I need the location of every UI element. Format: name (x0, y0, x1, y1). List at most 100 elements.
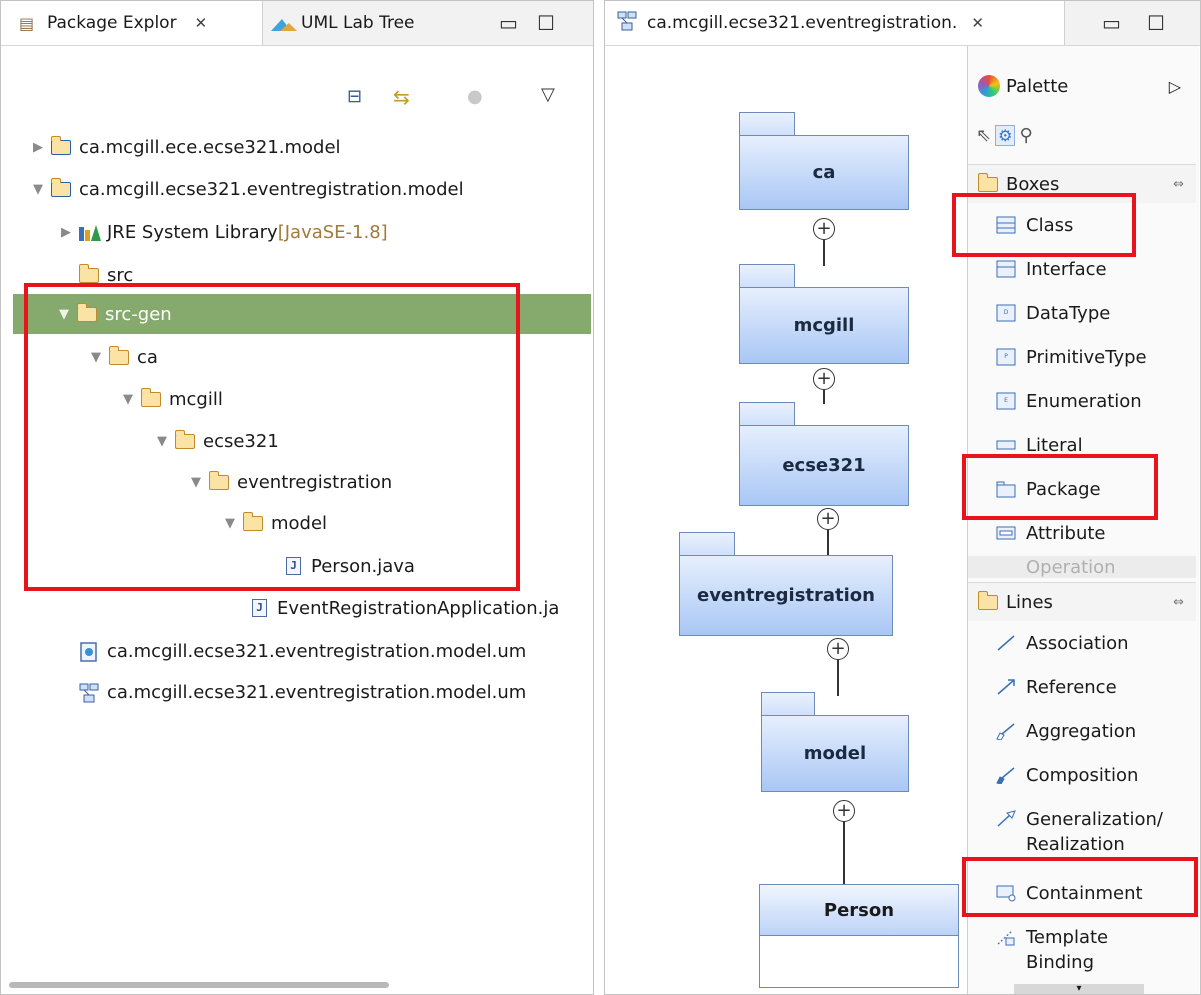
association-icon (996, 634, 1018, 652)
package-ca[interactable]: ca (739, 112, 909, 210)
tab-diagram-editor[interactable]: ca.mcgill.ecse321.eventregistration. ✕ (605, 1, 1065, 45)
tree-item-application-java[interactable]: J EventRegistrationApplication.ja (1, 588, 593, 628)
highlight-box-containment (962, 857, 1198, 917)
editor-tabbar: ca.mcgill.ecse321.eventregistration. ✕ ▭… (605, 1, 1200, 46)
maximize-icon[interactable]: ☐ (537, 13, 555, 33)
class-person[interactable]: Person (759, 884, 959, 988)
palette-item-binding-label: Binding (968, 948, 1196, 976)
tab-uml-lab-tree[interactable]: UML Lab Tree (271, 1, 471, 45)
java-file-icon: J (249, 599, 271, 617)
palette-item-label: Literal (1026, 434, 1083, 456)
palette-item-operation[interactable]: Operation (968, 556, 1196, 578)
minimize-icon[interactable]: ▭ (1102, 13, 1121, 33)
collapse-arrow-icon[interactable]: ▼ (31, 182, 45, 197)
palette-item-datatype[interactable]: D DataType (968, 292, 1196, 334)
palette-item-label: Attribute (1026, 522, 1106, 544)
class-name: Person (760, 885, 958, 936)
palette: Palette ▷ ⇖ ⚙ ⚲ Boxes ⇔ Class Interface … (967, 46, 1199, 994)
highlight-box-class (952, 193, 1136, 257)
attribute-icon (996, 524, 1018, 542)
select-tool-icon[interactable]: ⇖ (976, 125, 991, 146)
package-label: mcgill (739, 287, 909, 364)
tab-package-explorer[interactable]: ▤ Package Explor ✕ (1, 1, 263, 45)
close-icon[interactable]: ✕ (971, 14, 984, 32)
package-eventregistration[interactable]: eventregistration (679, 532, 893, 636)
expand-arrow-icon[interactable]: ▶ (31, 140, 45, 155)
project-icon (50, 178, 73, 198)
collapse-palette-icon[interactable]: ▷ (1169, 77, 1181, 96)
uml-diagram-file-icon (617, 11, 639, 36)
palette-icon (978, 75, 1000, 97)
svg-text:E: E (1004, 397, 1008, 404)
palette-scroll-down-icon[interactable]: ▾ (1014, 984, 1144, 994)
tab-package-explorer-label: Package Explor (47, 13, 177, 33)
aggregation-icon (996, 722, 1018, 741)
package-explorer-icon: ▤ (19, 13, 35, 33)
tree-item-model-uml[interactable]: ca.mcgill.ecse321.eventregistration.mode… (1, 631, 593, 671)
maximize-icon[interactable]: ☐ (1147, 13, 1165, 33)
marquee-tool-icon[interactable]: ⚙ (995, 124, 1016, 146)
palette-item-label: Enumeration (1026, 390, 1142, 412)
tree-item-model-umlcd[interactable]: ca.mcgill.ecse321.eventregistration.mode… (1, 672, 593, 712)
drawer-label: Boxes (1006, 173, 1060, 195)
palette-item-label: Binding (1026, 951, 1095, 973)
drawer-label: Lines (1006, 591, 1053, 613)
close-icon[interactable]: ✕ (195, 14, 208, 32)
palette-drawer-lines[interactable]: Lines ⇔ (968, 582, 1196, 621)
palette-item-label: Reference (1026, 676, 1117, 698)
palette-item-label: Realization (1026, 833, 1125, 855)
palette-item-primitivetype[interactable]: P PrimitiveType (968, 336, 1196, 378)
diagram-canvas[interactable]: ca + mcgill + ecse321 + eventregistratio… (605, 46, 967, 994)
package-mcgill[interactable]: mcgill (739, 264, 909, 364)
package-label: ca (739, 135, 909, 210)
zoom-tool-icon[interactable]: ⚲ (1019, 125, 1032, 146)
highlight-box-src-gen (24, 283, 520, 591)
focus-icon[interactable]: ● (467, 87, 483, 107)
package-label: eventregistration (679, 555, 893, 636)
pin-icon[interactable]: ⇔ (1173, 177, 1184, 192)
tree-item-label: EventRegistrationApplication.ja (277, 597, 560, 619)
literal-icon (996, 436, 1018, 454)
tab-uml-lab-tree-label: UML Lab Tree (301, 13, 415, 33)
uml-diagram-file-icon (79, 683, 101, 703)
palette-item-enumeration[interactable]: E Enumeration (968, 380, 1196, 422)
palette-header: Palette ▷ (968, 70, 1199, 102)
source-folder-icon (78, 264, 101, 284)
package-ecse321[interactable]: ecse321 (739, 402, 909, 506)
pin-icon[interactable]: ⇔ (1173, 595, 1184, 610)
package-label: ecse321 (739, 425, 909, 506)
palette-item-reference[interactable]: Reference (968, 666, 1196, 708)
tree-item-label: JRE System Library (107, 221, 278, 243)
minimize-icon[interactable]: ▭ (499, 13, 518, 33)
palette-item-association[interactable]: Association (968, 622, 1196, 664)
template-binding-icon (996, 928, 1018, 946)
reference-icon (996, 678, 1018, 696)
palette-item-aggregation[interactable]: Aggregation (968, 710, 1196, 752)
palette-item-label: PrimitiveType (1026, 346, 1147, 368)
tree-item-label: ca.mcgill.ecse321.eventregistration.mode… (107, 640, 527, 662)
containment-plus-icon: + (817, 508, 839, 530)
tree-item-label: ca.mcgill.ecse321.eventregistration.mode… (107, 681, 527, 703)
tree-item-jre-library[interactable]: ▶ JRE System Library [JavaSE-1.8] (1, 212, 593, 252)
horizontal-scrollbar[interactable] (9, 982, 389, 988)
composition-icon (996, 766, 1018, 785)
package-model[interactable]: model (761, 692, 909, 792)
view-menu-icon[interactable]: ▽ (541, 85, 555, 105)
package-label: model (761, 715, 909, 792)
palette-item-label: Association (1026, 632, 1129, 654)
containment-plus-icon: + (813, 218, 835, 240)
generalization-icon (996, 810, 1018, 828)
palette-item-label: Aggregation (1026, 720, 1137, 742)
link-with-editor-icon[interactable]: ⇆ (393, 87, 410, 107)
highlight-box-package (962, 454, 1158, 520)
collapse-all-icon[interactable]: ⊟ (347, 87, 362, 107)
tree-item-ece-model[interactable]: ▶ ca.mcgill.ece.ecse321.model (1, 127, 593, 167)
palette-item-composition[interactable]: Composition (968, 754, 1196, 796)
folder-open-icon (977, 591, 1000, 611)
palette-item-label: Composition (1026, 764, 1139, 786)
expand-arrow-icon[interactable]: ▶ (59, 225, 73, 240)
tree-item-eventregistration-model[interactable]: ▼ ca.mcgill.ecse321.eventregistration.mo… (1, 169, 593, 209)
palette-tools: ⇖ ⚙ ⚲ (976, 120, 1033, 150)
